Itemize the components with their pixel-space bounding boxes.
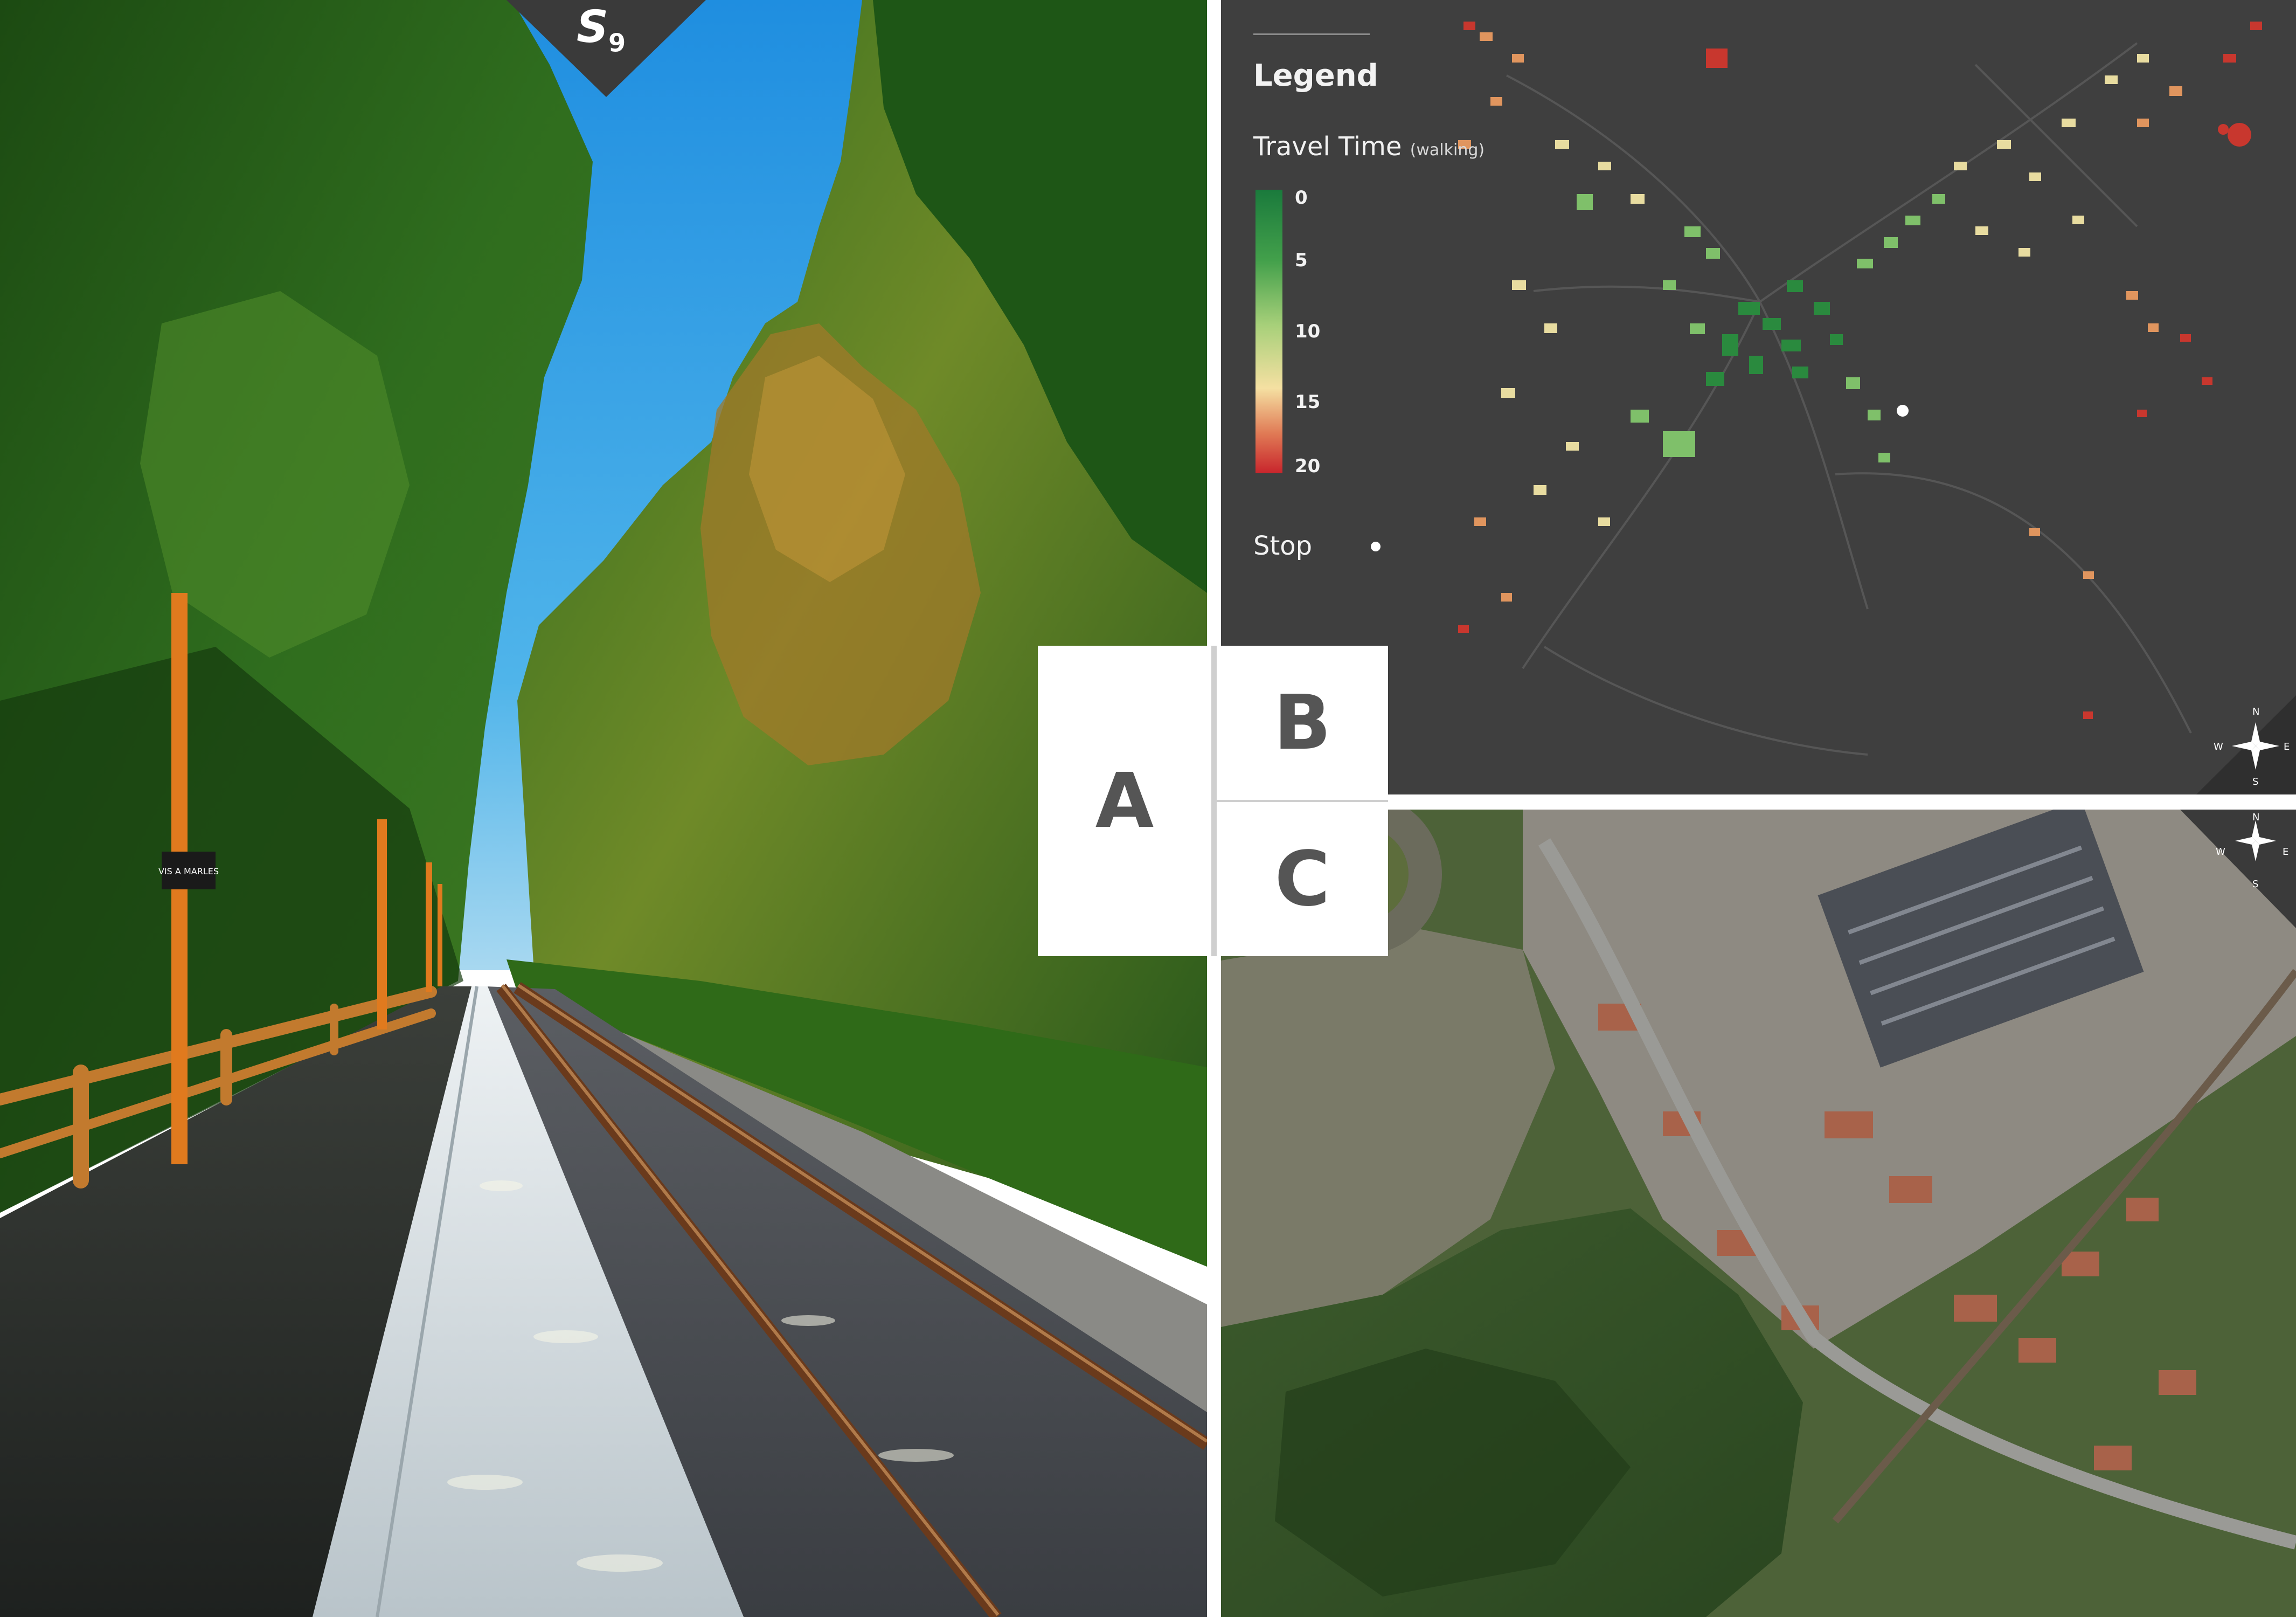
compass-west-label-aerial: W: [2216, 846, 2225, 858]
legend-measure: Travel Time (walking): [1253, 132, 1485, 162]
buildings-15-20-min: [1458, 32, 2182, 602]
compass-north-label-aerial: N: [2252, 812, 2260, 823]
legend-measure-note: (walking): [1410, 141, 1485, 160]
ramp-tick-20: 20: [1295, 455, 1321, 477]
ramp-tick-10: 10: [1295, 321, 1321, 342]
railway-photo: VIS A MARLES S9: [0, 0, 1207, 1617]
compass-east-label: E: [2284, 741, 2290, 752]
stop-marker: [1897, 405, 1909, 417]
ramp-tick-0: 0: [1295, 187, 1308, 209]
series-badge-letter: S: [577, 2, 609, 53]
buildings-10-15-min: [1501, 54, 2149, 526]
compass-west-label: W: [2214, 741, 2223, 752]
buildings-5-10-min: [1577, 194, 1945, 462]
ramp-tick-5: 5: [1295, 250, 1308, 271]
panel-key-c: C: [1217, 802, 1388, 956]
legend-stop-label: Stop: [1253, 531, 1313, 561]
legend-rule: [1253, 33, 1370, 35]
series-badge-index: 9: [608, 28, 626, 58]
panel-key-a: A: [1038, 646, 1211, 956]
legend-stop-symbol: [1371, 542, 1381, 551]
compass-south-label-aerial: S: [2252, 879, 2259, 890]
series-badge: S9: [577, 2, 626, 58]
panel-key-divider-vertical: [1211, 646, 1217, 956]
legend-measure-label: Travel Time: [1253, 132, 1402, 162]
ramp-tick-15: 15: [1295, 391, 1321, 413]
compass-east-label-aerial: E: [2283, 846, 2289, 858]
legend-title: Legend: [1253, 58, 1378, 93]
compass-south-label: S: [2252, 776, 2259, 787]
travel-time-color-ramp: [1255, 190, 1282, 473]
railway-scene: VIS A MARLES: [0, 0, 1207, 1617]
station-sign: VIS A MARLES: [158, 866, 219, 876]
compass-north-label: N: [2252, 706, 2260, 717]
panel-key-divider-horizontal: [1217, 800, 1388, 802]
road-network: [1506, 42, 2192, 756]
panel-key-b: B: [1217, 646, 1388, 800]
